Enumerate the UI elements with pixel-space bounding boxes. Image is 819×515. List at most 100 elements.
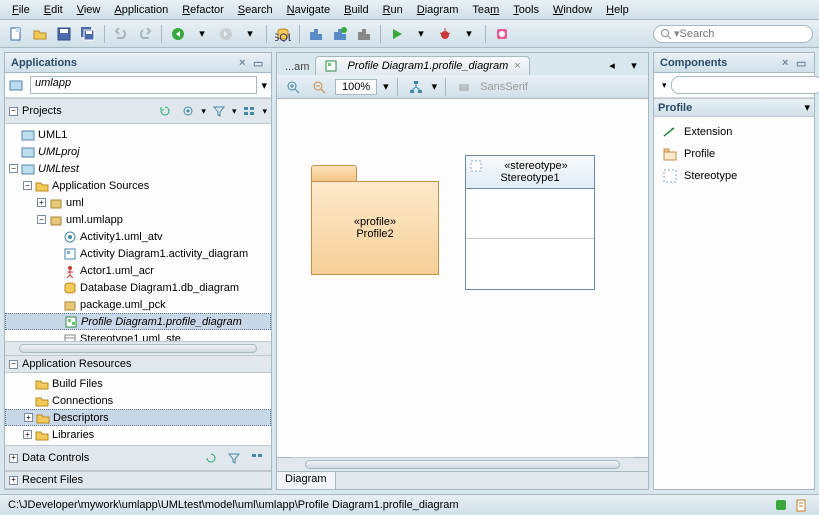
menu-navigate[interactable]: Navigate [281,2,336,18]
palette-stereotype[interactable]: Stereotype [658,165,810,187]
tree-file[interactable]: Actor1.uml_acr [5,262,271,279]
stereotype-node[interactable]: «stereotype» Stereotype1 [465,155,595,290]
dropdown-icon[interactable]: ▾ [383,80,389,93]
minimize-icon[interactable]: ▭ [253,57,265,69]
expand-toggle[interactable]: + [24,413,33,422]
menu-tools[interactable]: Tools [507,2,545,18]
editor-tab[interactable]: Profile Diagram1.profile_diagram × [315,56,529,75]
layout-icon[interactable] [406,77,426,97]
dropdown-icon[interactable]: ▾ [804,101,810,114]
menu-window[interactable]: Window [547,2,598,18]
tree-file[interactable]: Database Diagram1.db_diagram [5,279,271,296]
tree-project[interactable]: −UMLtest [5,160,271,177]
diagram-canvas[interactable]: «profile» Profile2 «stereotype» Stereoty… [277,99,648,457]
refresh-icon[interactable] [201,448,221,468]
dropdown-icon[interactable]: ▾ [201,106,206,117]
menu-view[interactable]: View [71,2,107,18]
expand-toggle[interactable]: + [23,430,32,439]
app-resources-section[interactable]: − Application Resources [5,355,271,373]
expand-toggle[interactable]: − [37,215,46,224]
tree-folder[interactable]: +Libraries [5,426,271,443]
tree-project[interactable]: UML1 [5,126,271,143]
tree-folder-selected[interactable]: +Descriptors [5,409,271,426]
dropdown-icon[interactable]: ▾ [411,24,431,44]
back-button[interactable] [168,24,188,44]
profile-package-node[interactable]: «profile» Profile2 [311,165,439,275]
dropdown-icon[interactable]: ▾ [459,24,479,44]
scroll-left-icon[interactable] [277,457,291,471]
menu-refactor[interactable]: Refactor [176,2,230,18]
scroll-right-icon[interactable] [634,457,648,471]
dropdown-icon[interactable]: ▾ [261,79,267,92]
search-input[interactable] [680,28,800,40]
menu-team[interactable]: Team [466,2,505,18]
run-button[interactable] [387,24,407,44]
stereotype-attributes[interactable] [466,189,594,239]
dropdown-icon[interactable]: ▾ [262,106,267,117]
zoom-in-icon[interactable] [283,77,303,97]
close-tab-icon[interactable]: × [514,60,520,72]
zoom-out-icon[interactable] [309,77,329,97]
menu-search[interactable]: Search [232,2,279,18]
menu-run[interactable]: Run [377,2,409,18]
menu-edit[interactable]: Edit [38,2,69,18]
tree-folder[interactable]: Connections [5,392,271,409]
menu-help[interactable]: Help [600,2,635,18]
undo-button[interactable] [111,24,131,44]
expand-toggle[interactable]: − [23,181,32,190]
tree-file[interactable]: Stereotype1.uml_ste [5,330,271,341]
tab-scroll-left-icon[interactable]: ◂ [602,55,622,75]
menu-diagram[interactable]: Diagram [411,2,465,18]
save-all-button[interactable] [78,24,98,44]
status-indicator-icon[interactable] [771,495,791,515]
recent-files-section[interactable]: + Recent Files [5,471,271,489]
data-controls-section[interactable]: + Data Controls [5,445,271,471]
collapse-icon[interactable]: − [9,107,18,116]
dropdown-icon[interactable]: ▾ [240,24,260,44]
debug-button[interactable] [435,24,455,44]
dropdown-icon[interactable]: ▾ [232,106,237,117]
menu-application[interactable]: Application [108,2,174,18]
forward-button[interactable] [216,24,236,44]
app-selector[interactable]: umlapp [30,76,257,94]
tree-file[interactable]: Activity1.uml_atv [5,228,271,245]
minimize-icon[interactable]: ▭ [796,57,808,69]
redo-button[interactable] [135,24,155,44]
save-button[interactable] [54,24,74,44]
tree-file[interactable]: package.uml_pck [5,296,271,313]
filter-icon[interactable] [209,101,229,121]
stereotype-operations[interactable] [466,239,594,289]
dropdown-icon[interactable]: ▾ [432,80,438,93]
tree-file-selected[interactable]: Profile Diagram1.profile_diagram [5,313,271,330]
component-search-input[interactable] [671,76,819,94]
menu-build[interactable]: Build [338,2,374,18]
collapse-icon[interactable]: − [9,360,18,369]
sql-button[interactable]: SQL [273,24,293,44]
font-icon[interactable] [454,77,474,97]
close-icon[interactable]: × [239,57,251,69]
tree-folder[interactable]: Build Files [5,375,271,392]
view-icon[interactable] [239,101,259,121]
tree-package[interactable]: −uml.umlapp [5,211,271,228]
projects-section[interactable]: − Projects ▾ ▾ ▾ [5,98,271,124]
zoom-value[interactable]: 100% [335,79,377,95]
profile-run-button[interactable] [492,24,512,44]
build-button[interactable] [306,24,326,44]
rebuild-button[interactable] [330,24,350,44]
dropdown-icon[interactable]: ▾ [192,24,212,44]
palette-profile[interactable]: Profile [658,143,810,165]
new-button[interactable] [6,24,26,44]
menu-file[interactable]: File [6,2,36,18]
status-tasks-icon[interactable] [791,495,811,515]
canvas-tab-diagram[interactable]: Diagram [277,472,336,489]
tab-list-icon[interactable]: ▾ [624,55,644,75]
expand-toggle[interactable]: − [9,164,18,173]
expand-icon[interactable]: + [9,454,18,463]
global-search[interactable]: ▾ [653,25,813,43]
profile-section-header[interactable]: Profile ▾ [654,98,814,117]
tree-project[interactable]: UMLproj [5,143,271,160]
filter-icon[interactable] [224,448,244,468]
tree-folder[interactable]: −Application Sources [5,177,271,194]
options-icon[interactable] [178,101,198,121]
open-button[interactable] [30,24,50,44]
